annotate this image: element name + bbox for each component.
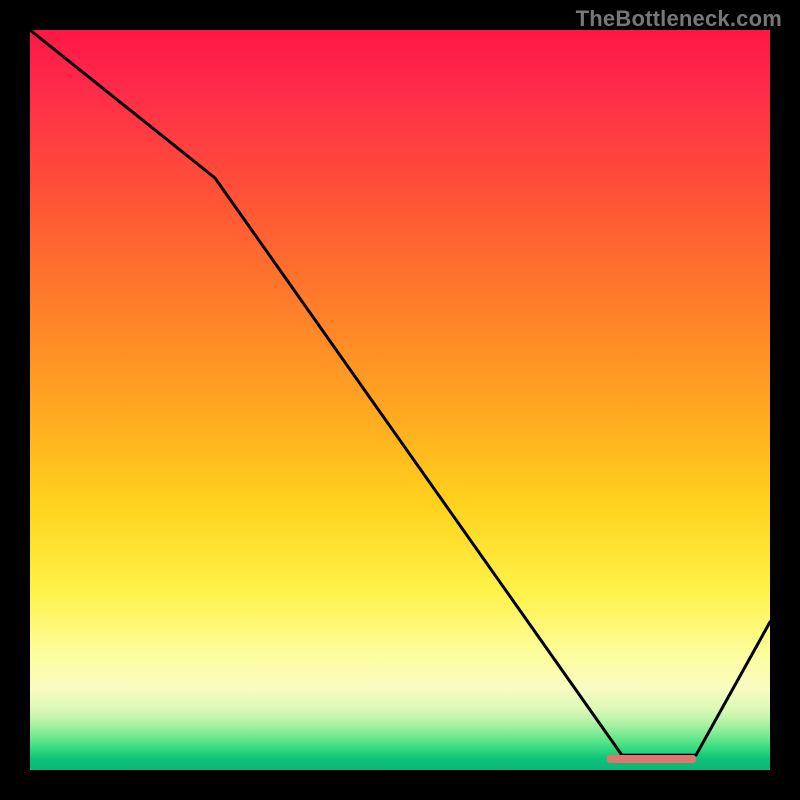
chart-frame: TheBottleneck.com: [0, 0, 800, 800]
bottleneck-curve: [30, 30, 770, 755]
optimal-range-marker: [607, 755, 696, 763]
line-layer: [30, 30, 770, 770]
plot-area: [30, 30, 770, 770]
watermark-text: TheBottleneck.com: [576, 6, 782, 32]
